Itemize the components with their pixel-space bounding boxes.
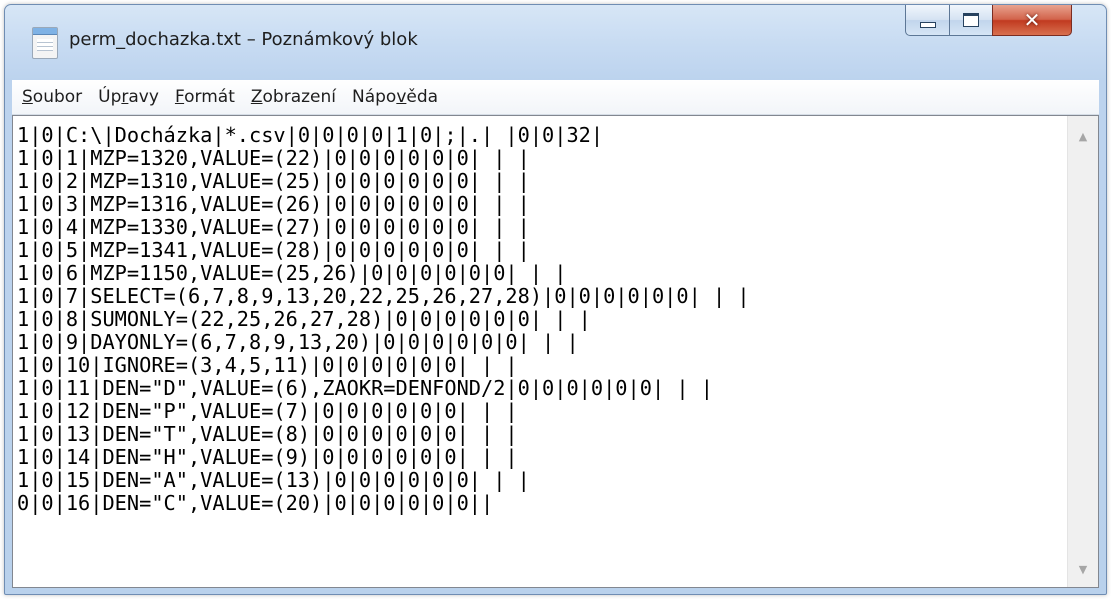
text-content[interactable]: 1|0|C:\|Docházka|*.csv|0|0|0|0|1|0|;|.| … [17, 124, 1064, 587]
menu-napoveda[interactable]: Nápověda [344, 83, 446, 111]
maximize-icon [963, 13, 979, 27]
window-title: perm_dochazka.txt – Poznámkový blok [69, 29, 418, 50]
menu-zobrazeni[interactable]: Zobrazení [243, 83, 344, 111]
vertical-scrollbar[interactable]: ▲ ▼ [1067, 116, 1098, 587]
text-line: 1|0|6|MZP=1150,VALUE=(25,26)|0|0|0|0|0|0… [17, 261, 567, 285]
text-line: 0|0|16|DEN="C",VALUE=(20)|0|0|0|0|0|0|| [17, 491, 494, 515]
maximize-button[interactable] [949, 5, 993, 36]
minimize-icon [919, 22, 936, 28]
scroll-down-arrow-icon[interactable]: ▼ [1068, 555, 1098, 583]
close-button[interactable]: ✕ [992, 5, 1072, 36]
text-line: 1|0|5|MZP=1341,VALUE=(28)|0|0|0|0|0|0| |… [17, 238, 530, 262]
text-line: 1|0|4|MZP=1330,VALUE=(27)|0|0|0|0|0|0| |… [17, 215, 530, 239]
minimize-button[interactable] [905, 5, 950, 36]
text-line: 1|0|12|DEN="P",VALUE=(7)|0|0|0|0|0|0| | … [17, 399, 518, 423]
text-line: 1|0|C:\|Docházka|*.csv|0|0|0|0|1|0|;|.| … [17, 124, 604, 147]
text-line: 1|0|2|MZP=1310,VALUE=(25)|0|0|0|0|0|0| |… [17, 169, 530, 193]
menu-upravy[interactable]: Úpravy [90, 83, 167, 111]
text-line: 1|0|3|MZP=1316,VALUE=(26)|0|0|0|0|0|0| |… [17, 192, 530, 216]
text-line: 1|0|7|SELECT=(6,7,8,9,13,20,22,25,26,27,… [17, 284, 750, 308]
notepad-window: perm_dochazka.txt – Poznámkový blok ✕ So… [4, 4, 1107, 595]
text-line: 1|0|8|SUMONLY=(22,25,26,27,28)|0|0|0|0|0… [17, 307, 591, 331]
text-editor[interactable]: 1|0|C:\|Docházka|*.csv|0|0|0|0|1|0|;|.| … [12, 115, 1099, 588]
text-line: 1|0|1|MZP=1320,VALUE=(22)|0|0|0|0|0|0| |… [17, 146, 530, 170]
notepad-icon[interactable] [32, 27, 58, 59]
menu-bar: Soubor Úpravy Formát Zobrazení Nápověda [12, 80, 1099, 115]
scroll-up-arrow-icon[interactable]: ▲ [1068, 122, 1098, 150]
menu-format[interactable]: Formát [167, 83, 243, 111]
text-line: 1|0|10|IGNORE=(3,4,5,11)|0|0|0|0|0|0| | … [17, 353, 518, 377]
text-line: 1|0|9|DAYONLY=(6,7,8,9,13,20)|0|0|0|0|0|… [17, 330, 579, 354]
title-bar[interactable]: perm_dochazka.txt – Poznámkový blok ✕ [5, 5, 1106, 80]
text-line: 1|0|15|DEN="A",VALUE=(13)|0|0|0|0|0|0| |… [17, 468, 530, 492]
text-line: 1|0|13|DEN="T",VALUE=(8)|0|0|0|0|0|0| | … [17, 422, 518, 446]
close-icon: ✕ [1023, 8, 1041, 32]
text-line: 1|0|14|DEN="H",VALUE=(9)|0|0|0|0|0|0| | … [17, 445, 518, 469]
menu-soubor[interactable]: Soubor [14, 83, 90, 111]
text-line: 1|0|11|DEN="D",VALUE=(6),ZAOKR=DENFOND/2… [17, 376, 713, 400]
